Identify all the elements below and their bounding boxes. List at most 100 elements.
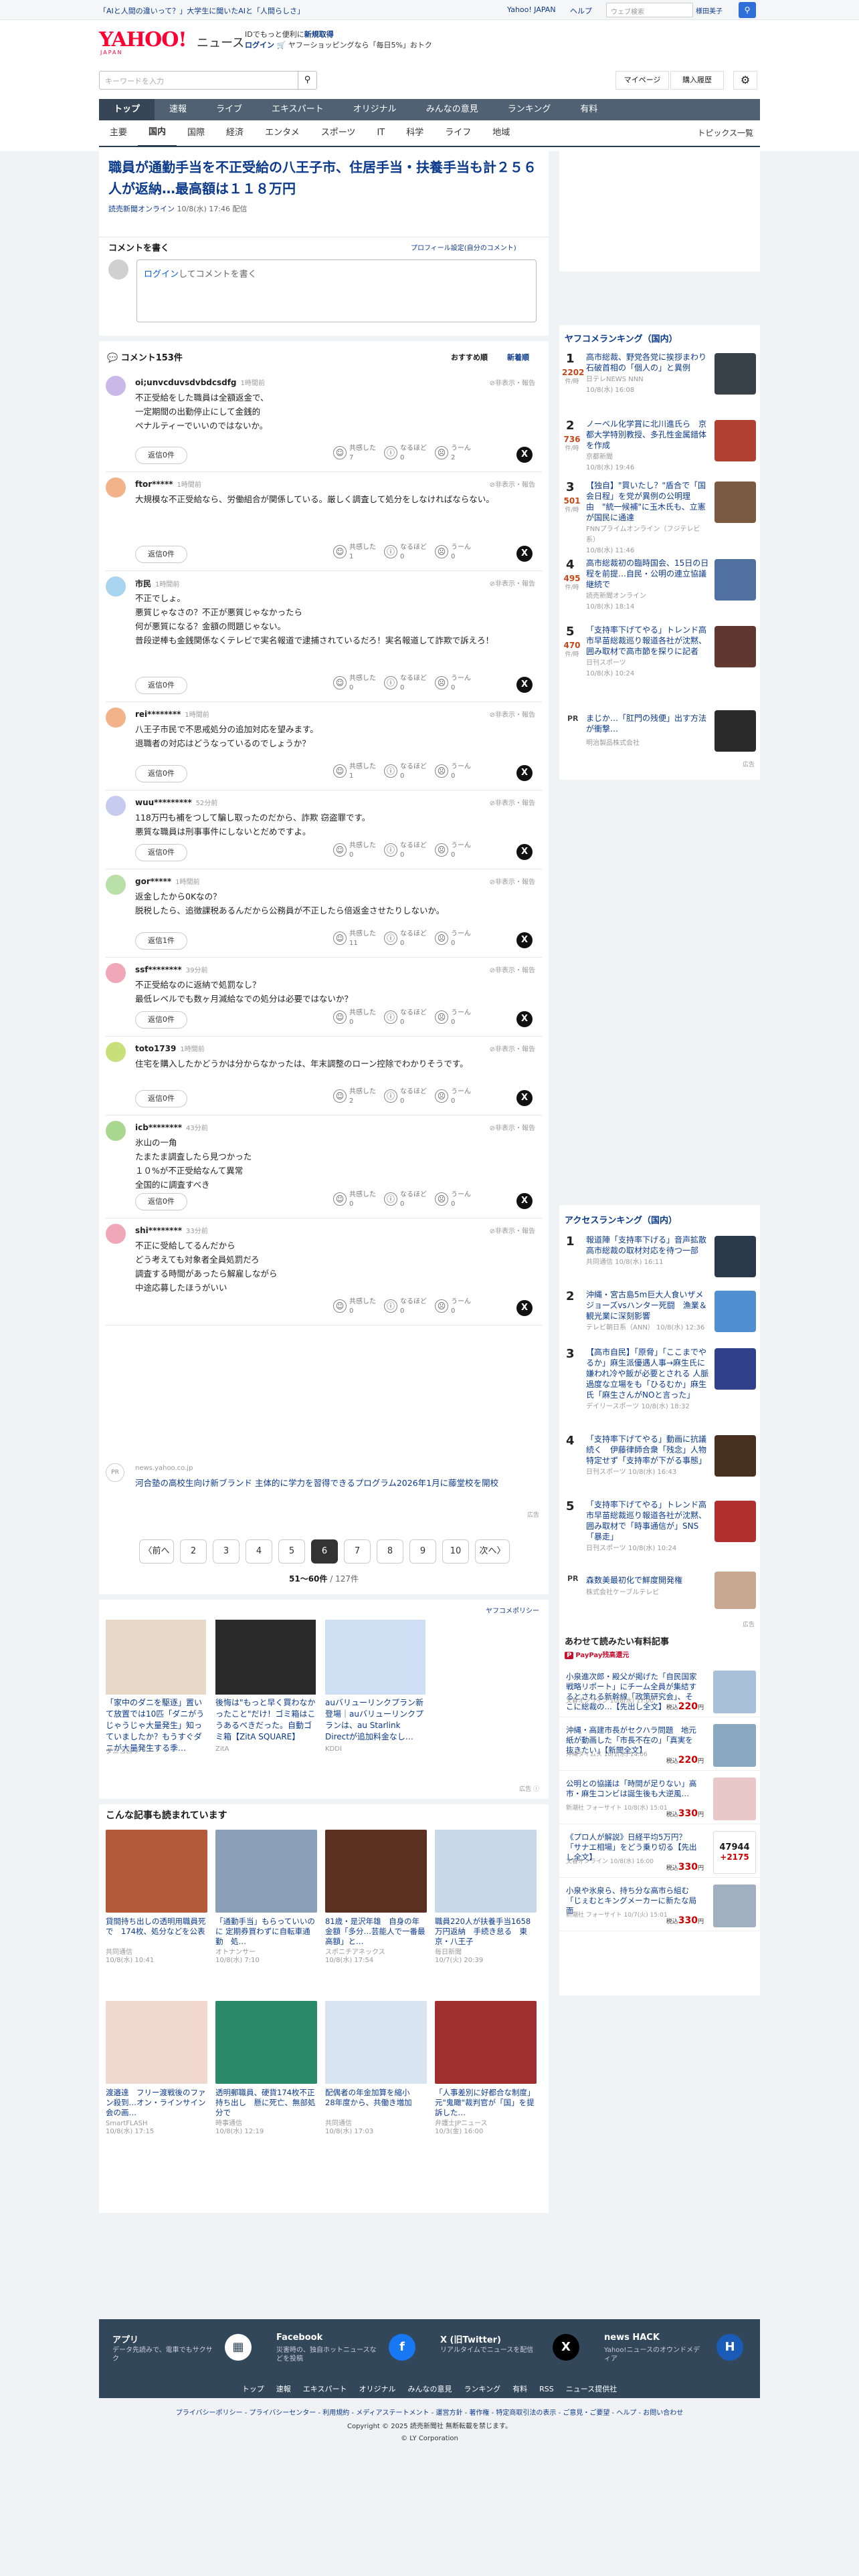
empathize-icon[interactable]: ☺ (333, 676, 347, 689)
author-name[interactable]: icb******** (135, 1123, 182, 1132)
empathize-icon[interactable]: ☺ (333, 446, 347, 459)
empathize-icon[interactable]: ☺ (333, 764, 347, 778)
author-name[interactable]: wuu********* (135, 798, 192, 807)
hide-report-link[interactable]: ⊘非表示・報告 (490, 1122, 535, 1132)
access-item[interactable]: 4 「支持率下げてやる」動画に抗議続く 伊藤律師合衆「残念」人物特定せず「支持率が… (559, 1434, 760, 1487)
understand-icon[interactable]: ⓘ (384, 932, 397, 945)
read-next-card[interactable]: 透明郵職員、硬貨174枚不正持ち出し 懸に死亡、無部処分で 時事通信 10/8(水)… (215, 2001, 317, 2135)
comment-author[interactable]: toto1739 1時間前 (135, 1043, 205, 1053)
x-icon[interactable]: X (553, 2334, 579, 2361)
read-next-card[interactable]: 「通勤手当」もらっていいのに 定期券買わずに自転車通勤 処… オトナンサー 10/8… (215, 1830, 317, 1964)
avatar[interactable] (106, 1224, 126, 1244)
ad-text[interactable]: 後悔は"もっと早く買わなかったこと"だけ！ゴミ箱はこうあるべきだった。自動ゴミ箱… (215, 1697, 316, 1743)
card-title[interactable]: 「人事差別に好都合な制度」元"鬼瞰"裁判官が「国」を提訴した… (435, 2088, 537, 2118)
access-title-block[interactable]: 沖縄・宮古島5m巨大人食いザメ ジョーズvsハンター死闘 漁業＆観光業に深刻影響… (586, 1289, 711, 1333)
nav-item-4[interactable]: オリジナル (339, 99, 411, 120)
card-title[interactable]: 貸間持ち出しの透明用職員死で 174枚、処分などを公表 (106, 1917, 207, 1937)
search-icon[interactable]: ⚲ (298, 72, 316, 89)
read-next-card[interactable]: 「人事差別に好都合な制度」元"鬼瞰"裁判官が「国」を提訴した… 弁護士JPニュース… (435, 2001, 537, 2135)
legal-links[interactable]: プライバシーポリシー - プライバシーセンター - 利用規約 - メディアステー… (99, 2407, 760, 2420)
hide-report-link[interactable]: ⊘非表示・報告 (490, 578, 535, 588)
footer-col-title[interactable]: Facebook (276, 2333, 322, 2343)
category-tab-2[interactable]: 国際 (177, 120, 215, 146)
nav-item-5[interactable]: みんなの意見 (411, 99, 493, 120)
x-share-icon[interactable]: X (516, 447, 533, 463)
hide-report-link[interactable]: ⊘非表示・報告 (490, 964, 535, 974)
author-name[interactable]: 市民 (135, 579, 151, 588)
access-title[interactable]: 「支持率下げてやる」動画に抗議続く 伊藤律師合衆「残念」人物特定せず「支持率が下… (586, 1434, 706, 1465)
comment-policy-link[interactable]: ヤフコメポリシー (486, 1605, 539, 1615)
page-9[interactable]: 9 (409, 1539, 436, 1564)
category-tab-8[interactable]: ライフ (434, 120, 482, 146)
nav-item-1[interactable]: 速報 (155, 99, 201, 120)
x-share-icon[interactable]: X (516, 932, 533, 948)
page-2[interactable]: 2 (180, 1539, 207, 1564)
ranking-item[interactable]: 5 470 件/時 「支持率下げてやる」トレンド高市早苗総裁巡り報道各社が沈黙、囲み取… (559, 625, 760, 685)
hmm-icon[interactable]: ☹ (435, 764, 448, 778)
understand-icon[interactable]: ⓘ (384, 446, 397, 459)
signup-link[interactable]: 新規取得 (304, 30, 334, 39)
empathize-icon[interactable]: ☺ (333, 1299, 347, 1313)
understand-icon[interactable]: ⓘ (384, 1089, 397, 1103)
comment-author[interactable]: icb******** 43分前 (135, 1122, 208, 1132)
hide-report-link[interactable]: ⊘非表示・報告 (490, 1043, 535, 1053)
author-name[interactable]: oi;unvcduvsdvbdcsdfg (135, 378, 237, 387)
hmm-icon[interactable]: ☹ (435, 1010, 448, 1024)
access-title[interactable]: 沖縄・宮古島5m巨大人食いザメ ジョーズvsハンター死闘 漁業＆観光業に深刻影響 (586, 1290, 711, 1321)
comment-input[interactable]: ログインしてコメントを書く (136, 259, 537, 322)
access-title[interactable]: 報道陣「支持率下げる」音声拡散 高市総裁の取材対応を待つ一部 (586, 1235, 706, 1255)
comment-author[interactable]: gor***** 1時間前 (135, 876, 200, 886)
sponsored-item[interactable]: PR news.yahoo.co.jp 河合塾の高校生向け新ブランド 主体的に学… (106, 1461, 542, 1519)
login-link[interactable]: ログイン (245, 41, 274, 49)
hmm-icon[interactable]: ☹ (435, 1299, 448, 1313)
category-tab-6[interactable]: IT (366, 120, 395, 146)
paid-item[interactable]: 沖縄・高建市長がセクハラ問題 地元紙が動画した「市長不在の」「真実を抜きたい」【… (559, 1719, 760, 1771)
reply-button[interactable]: 返信0件 (135, 1090, 187, 1107)
category-tab-5[interactable]: スポーツ (310, 120, 367, 146)
page-3[interactable]: 3 (213, 1539, 240, 1564)
access-title-block[interactable]: 「支持率下げてやる」トレンド高市早苗総裁巡り報道各社が沈黙、囲み取材で「時事通信… (586, 1499, 710, 1554)
ranking-item[interactable]: 2 736 件/時 ノーベル化学賞に北川進氏ら 京都大学特別教授、多孔性金属錯体を作成… (559, 419, 760, 479)
avatar[interactable] (106, 376, 126, 396)
page-8[interactable]: 8 (377, 1539, 403, 1564)
hmm-icon[interactable]: ☹ (435, 1089, 448, 1103)
nav-item-7[interactable]: 有料 (565, 99, 612, 120)
access-item[interactable]: 2 沖縄・宮古島5m巨大人食いザメ ジョーズvsハンター死闘 漁業＆観光業に深刻影… (559, 1289, 760, 1343)
x-share-icon[interactable]: X (516, 765, 533, 781)
reply-button[interactable]: 返信0件 (135, 1011, 187, 1029)
avatar[interactable] (106, 875, 126, 895)
category-tab-1[interactable]: 国内 (138, 120, 177, 147)
paid-item[interactable]: 小泉や氷泉ら、持ち分な高市ら組む「じぇむとキングメーカーに新たな局面 新潮社 フォ… (559, 1879, 760, 1931)
sort-new-tab[interactable]: 新着順 (507, 352, 529, 362)
footer-col-title[interactable]: X (旧Twitter) (440, 2333, 501, 2345)
empathize-icon[interactable]: ☺ (333, 1192, 347, 1206)
access-item[interactable]: 1 報道陣「支持率下げる」音声拡散 高市総裁の取材対応を待つ一部 共同通信 10/8… (559, 1235, 760, 1288)
author-name[interactable]: toto1739 (135, 1044, 176, 1053)
hide-report-label[interactable]: 非表示・報告 (495, 712, 535, 719)
ranking-title[interactable]: 高市総裁、野党各党に挨拶まわり 石破首相の「個人の」と異例 (586, 352, 714, 372)
comment-author[interactable]: ssf******** 39分前 (135, 964, 207, 974)
hmm-icon[interactable]: ☹ (435, 545, 448, 558)
read-next-card[interactable]: 配偶者の年金加算を縮小 28年度から、共働き増加 共同通信 10/8(水) 17:0… (325, 2001, 427, 2135)
hmm-icon[interactable]: ☹ (435, 843, 448, 857)
understand-icon[interactable]: ⓘ (384, 1192, 397, 1206)
avatar[interactable] (106, 576, 126, 597)
nav-item-3[interactable]: エキスパート (257, 99, 339, 120)
nav-item-0[interactable]: トップ (99, 99, 155, 120)
access-item[interactable]: 3 【高市自民】「原脅」「ここまでやるか」麻生派優遇人事→麻生氏に嫌われ冷や飯が必… (559, 1347, 760, 1410)
x-share-icon[interactable]: X (516, 1193, 533, 1209)
paid-item[interactable]: 公明との協議は「時間が足りない」高市・麻生コンビは誕生後も大逆風… 新潮社 フォー… (559, 1772, 760, 1824)
footer-link[interactable]: 有料 (512, 2385, 527, 2393)
x-share-icon[interactable]: X (516, 1300, 533, 1316)
comment-author[interactable]: wuu********* 52分前 (135, 797, 217, 807)
ranking-item[interactable]: 3 501 件/時 【独自】"買いたし？"盾合で「国会日程」を党が異例の公明理由 "統… (559, 480, 760, 554)
gear-icon[interactable]: ⚙ (733, 71, 757, 90)
ad-card[interactable]: 後悔は"もっと早く買わなかったこと"だけ！ゴミ箱はこうあるべきだった。自動ゴミ箱… (215, 1620, 316, 1760)
avatar[interactable] (106, 1121, 126, 1141)
author-name[interactable]: rei******** (135, 710, 181, 719)
reply-button[interactable]: 返信0件 (135, 765, 187, 782)
hide-report-label[interactable]: 非表示・報告 (495, 1125, 535, 1132)
read-next-card[interactable]: 貸間持ち出しの透明用職員死で 174枚、処分などを公表 共同通信 10/8(水) 1… (106, 1830, 207, 1964)
nav-item-6[interactable]: ランキング (493, 99, 566, 120)
access-title[interactable]: 【高市自民】「原脅」「ここまでやるか」麻生派優遇人事→麻生氏に嫌われ冷や飯が必要… (586, 1348, 717, 1400)
